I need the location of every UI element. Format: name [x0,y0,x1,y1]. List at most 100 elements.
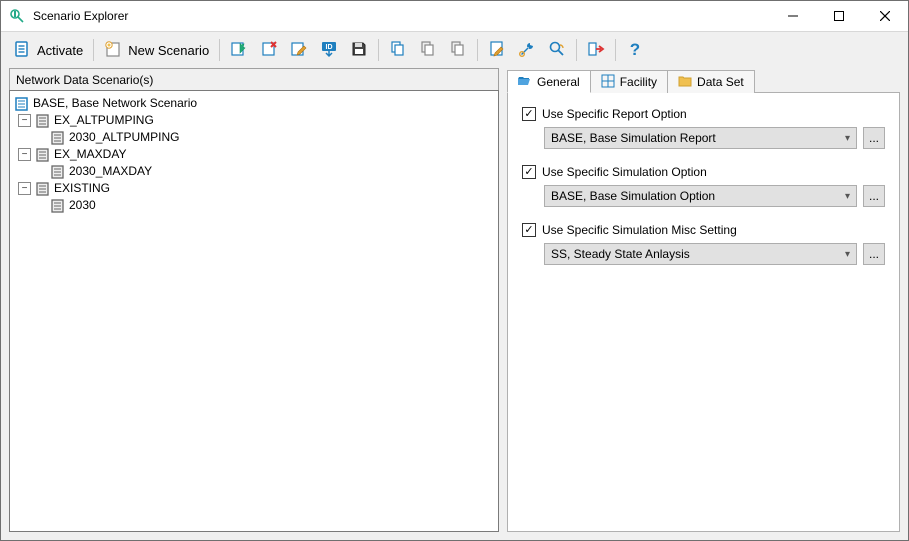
tab-facility[interactable]: Facility [591,70,668,93]
tree-node[interactable]: 2030 [12,197,496,214]
checkbox-checked-icon[interactable]: ✓ [522,107,536,121]
svg-text:?: ? [630,40,640,58]
titlebar: Scenario Explorer [1,1,908,32]
dots-label: ... [869,189,879,203]
right-panel: General Facility Data Set ✓ [507,68,900,532]
scenario-icon [35,147,50,162]
tab-label: Facility [620,75,657,89]
copy-doc-icon [419,40,437,61]
edit-icon [290,40,308,61]
misc-browse-button[interactable]: ... [863,243,885,265]
svg-text:ID: ID [326,44,333,51]
delete-button[interactable] [254,36,284,64]
refresh-button[interactable] [224,36,254,64]
tree-label: BASE, Base Network Scenario [33,95,197,112]
combo-value: BASE, Base Simulation Report [551,131,716,145]
tree-node[interactable]: − EX_ALTPUMPING [12,112,496,129]
use-report-row[interactable]: ✓ Use Specific Report Option [522,107,885,121]
combo-value: BASE, Base Simulation Option [551,189,715,203]
use-report-label: Use Specific Report Option [542,107,687,121]
tree-node[interactable]: − EX_MAXDAY [12,146,496,163]
separator [93,39,94,61]
find-button[interactable] [542,36,572,64]
use-misc-label: Use Specific Simulation Misc Setting [542,223,737,237]
separator [378,39,379,61]
wrench-icon [518,40,536,61]
folder-icon [678,74,692,91]
activate-label: Activate [37,43,83,58]
tool-button[interactable] [512,36,542,64]
save-icon [350,40,368,61]
refresh-icon [230,40,248,61]
grid-icon [601,74,615,91]
collapse-icon[interactable]: − [18,114,31,127]
dots-label: ... [869,247,879,261]
tab-panel-general: ✓ Use Specific Report Option BASE, Base … [507,92,900,532]
dots-label: ... [869,131,879,145]
scenario-icon [50,198,65,213]
help-button[interactable]: ? [620,36,650,64]
new-scenario-label: New Scenario [128,43,209,58]
use-sim-row[interactable]: ✓ Use Specific Simulation Option [522,165,885,179]
use-misc-row[interactable]: ✓ Use Specific Simulation Misc Setting [522,223,885,237]
scenario-icon [50,130,65,145]
duplicate-button[interactable] [443,36,473,64]
scenario-tree[interactable]: BASE, Base Network Scenario − EX_ALTPUMP… [9,90,499,532]
report-combo[interactable]: BASE, Base Simulation Report ▾ [544,127,857,149]
new-scenario-button[interactable]: New Scenario [98,36,215,64]
scenario-icon [35,181,50,196]
copy-icon [389,40,407,61]
copy-doc2-icon [449,40,467,61]
separator [576,39,577,61]
tree-label: 2030 [69,197,96,214]
copy-button[interactable] [383,36,413,64]
maximize-button[interactable] [816,1,862,31]
delete-icon [260,40,278,61]
notes-button[interactable] [482,36,512,64]
export-button[interactable] [581,36,611,64]
report-browse-button[interactable]: ... [863,127,885,149]
tree-label: EXISTING [54,180,110,197]
activate-button[interactable]: Activate [7,36,89,64]
checkbox-checked-icon[interactable]: ✓ [522,223,536,237]
body: Network Data Scenario(s) BASE, Base Netw… [1,68,908,540]
separator [477,39,478,61]
tree-node-base[interactable]: BASE, Base Network Scenario [12,95,496,112]
id-button[interactable]: ID [314,36,344,64]
app-icon [9,8,25,24]
folder-open-icon [518,73,532,90]
separator [615,39,616,61]
help-icon: ? [626,40,644,61]
tab-general[interactable]: General [507,70,591,93]
combo-value: SS, Steady State Anlaysis [551,247,690,261]
edit-button[interactable] [284,36,314,64]
window-title: Scenario Explorer [33,9,770,23]
tab-dataset[interactable]: Data Set [668,70,755,93]
toolbar: Activate New Scenario [1,32,908,68]
document-check-icon [13,40,31,61]
tree-label: 2030_MAXDAY [69,163,152,180]
sim-browse-button[interactable]: ... [863,185,885,207]
minimize-button[interactable] [770,1,816,31]
collapse-icon[interactable]: − [18,182,31,195]
window: Scenario Explorer [0,0,909,541]
paste-button[interactable] [413,36,443,64]
collapse-icon[interactable]: − [18,148,31,161]
scenario-icon [50,164,65,179]
left-panel: Network Data Scenario(s) BASE, Base Netw… [9,68,499,532]
checkbox-checked-icon[interactable]: ✓ [522,165,536,179]
search-icon [548,40,566,61]
tree-node[interactable]: 2030_MAXDAY [12,163,496,180]
chevron-down-icon: ▾ [845,133,850,144]
tree-node[interactable]: − EXISTING [12,180,496,197]
separator [219,39,220,61]
tab-label: General [537,75,580,89]
sim-combo[interactable]: BASE, Base Simulation Option ▾ [544,185,857,207]
misc-combo[interactable]: SS, Steady State Anlaysis ▾ [544,243,857,265]
save-button[interactable] [344,36,374,64]
tree-label: 2030_ALTPUMPING [69,129,180,146]
tree-node[interactable]: 2030_ALTPUMPING [12,129,496,146]
close-button[interactable] [862,1,908,31]
window-buttons [770,1,908,31]
left-panel-header: Network Data Scenario(s) [9,68,499,90]
